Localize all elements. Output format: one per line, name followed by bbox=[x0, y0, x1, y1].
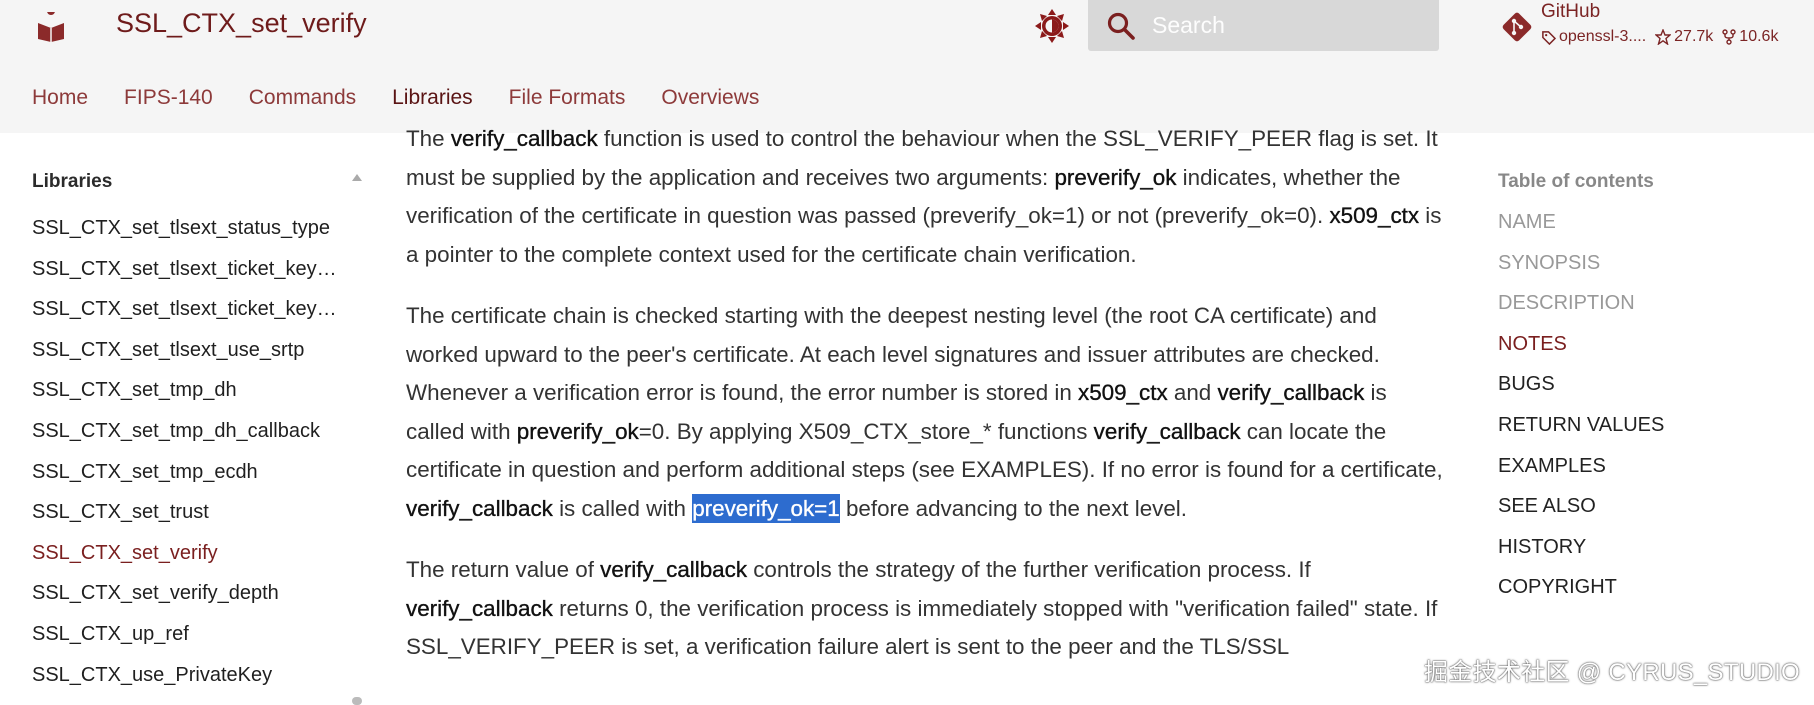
sidebar-item-up-ref[interactable]: SSL_CTX_up_ref bbox=[32, 614, 337, 655]
sidebar-item-set-verify[interactable]: SSL_CTX_set_verify bbox=[32, 533, 337, 574]
sidebar-nav: Libraries SSL_CTX_set_tlsext_status_type… bbox=[32, 160, 372, 695]
git-icon bbox=[1502, 12, 1532, 42]
text: The return value of bbox=[406, 557, 601, 582]
search-icon bbox=[1107, 12, 1135, 40]
repo-name: GitHub bbox=[1541, 1, 1601, 22]
tab-home[interactable]: Home bbox=[32, 86, 88, 116]
site-header: SSL_CTX_set_verify GitH bbox=[0, 0, 1814, 133]
sidebar-item-use-privatekey[interactable]: SSL_CTX_use_PrivateKey bbox=[32, 655, 337, 696]
sidebar-scrollbar[interactable] bbox=[352, 697, 362, 705]
text: is called with bbox=[552, 495, 693, 521]
toc-item-bugs[interactable]: BUGS bbox=[1498, 364, 1798, 405]
toc-item-description[interactable]: DESCRIPTION bbox=[1498, 283, 1798, 324]
text: before advancing to the next level. bbox=[839, 495, 1188, 521]
code-term: x509_ctx bbox=[1329, 203, 1420, 228]
version-label: openssl-3.... bbox=[1559, 28, 1647, 45]
book-logo-icon[interactable] bbox=[36, 12, 66, 42]
toc-title: Table of contents bbox=[1498, 171, 1654, 192]
toc-item-copyright[interactable]: COPYRIGHT bbox=[1498, 567, 1798, 608]
sidebar-item-set-tlsext-ticket-key-1[interactable]: SSL_CTX_set_tlsext_ticket_key… bbox=[32, 249, 337, 290]
paragraph-chain-check: The certificate chain is checked startin… bbox=[406, 297, 1448, 528]
sidebar-item-set-tlsext-ticket-key-2[interactable]: SSL_CTX_set_tlsext_ticket_key… bbox=[32, 289, 337, 330]
tab-fips-140[interactable]: FIPS-140 bbox=[124, 86, 213, 116]
table-of-contents: Table of contents NAME SYNOPSIS DESCRIPT… bbox=[1498, 162, 1798, 608]
sidebar-item-set-tmp-ecdh[interactable]: SSL_CTX_set_tmp_ecdh bbox=[32, 452, 337, 493]
toc-item-history[interactable]: HISTORY bbox=[1498, 527, 1798, 568]
text: The bbox=[406, 126, 451, 151]
star-icon bbox=[1655, 29, 1672, 45]
stars-count: 27.7k bbox=[1674, 28, 1714, 45]
search-box[interactable] bbox=[1088, 0, 1439, 51]
toc-item-notes[interactable]: NOTES bbox=[1498, 324, 1798, 365]
toc-item-examples[interactable]: EXAMPLES bbox=[1498, 446, 1798, 487]
toc-item-see-also[interactable]: SEE ALSO bbox=[1498, 486, 1798, 527]
sidebar-item-set-tlsext-status-type[interactable]: SSL_CTX_set_tlsext_status_type bbox=[32, 208, 337, 249]
code-term: verify_callback bbox=[600, 557, 748, 582]
search-input[interactable] bbox=[1152, 8, 1422, 42]
tab-overviews[interactable]: Overviews bbox=[661, 86, 759, 116]
sidebar-item-set-tmp-dh[interactable]: SSL_CTX_set_tmp_dh bbox=[32, 370, 337, 411]
code-term: preverify_ok bbox=[516, 418, 639, 444]
toc-item-return-values[interactable]: RETURN VALUES bbox=[1498, 405, 1798, 446]
sidebar-item-set-trust[interactable]: SSL_CTX_set_trust bbox=[32, 492, 337, 533]
toc-item-synopsis[interactable]: SYNOPSIS bbox=[1498, 243, 1798, 284]
sidebar-item-set-tlsext-use-srtp[interactable]: SSL_CTX_set_tlsext_use_srtp bbox=[32, 330, 337, 371]
code-term: preverify_ok bbox=[1054, 164, 1177, 190]
repo-forks: 10.6k bbox=[1722, 28, 1778, 46]
sidebar-title[interactable]: Libraries bbox=[32, 160, 372, 200]
top-nav-tabs: Home FIPS-140 Commands Libraries File Fo… bbox=[32, 86, 795, 116]
toc-item-name[interactable]: NAME bbox=[1498, 202, 1798, 243]
repo-facts: openssl-3.... 27.7k 10.6k bbox=[1541, 28, 1787, 46]
tab-commands[interactable]: Commands bbox=[249, 86, 356, 116]
toc-list: NAME SYNOPSIS DESCRIPTION NOTES BUGS RET… bbox=[1498, 202, 1798, 608]
paragraph-verify-callback: The verify_callback function is used to … bbox=[406, 120, 1448, 274]
github-repo-link[interactable]: GitHub openssl-3.... 27.7k 10.6k bbox=[1498, 0, 1814, 55]
main-content: The verify_callback function is used to … bbox=[406, 120, 1448, 690]
code-term: verify_callback bbox=[1217, 380, 1365, 405]
watermark: 掘金技术社区 @ CYRUS_STUDIO bbox=[1424, 659, 1801, 686]
theme-toggle-icon[interactable] bbox=[1034, 8, 1070, 44]
text: and bbox=[1167, 380, 1218, 405]
code-term: verify_callback bbox=[406, 495, 553, 521]
text: controls the strategy of the further ver… bbox=[747, 557, 1311, 582]
code-term: verify_callback bbox=[1093, 418, 1241, 444]
forks-count: 10.6k bbox=[1739, 28, 1779, 45]
code-term: verify_callback bbox=[406, 595, 553, 621]
tab-file-formats[interactable]: File Formats bbox=[509, 86, 626, 116]
repo-version: openssl-3.... bbox=[1541, 28, 1646, 46]
text: =0. By applying X509_CTX_store_* functio… bbox=[638, 418, 1094, 444]
sidebar-list: SSL_CTX_set_tlsext_status_type SSL_CTX_s… bbox=[32, 208, 372, 695]
paragraph-return-value: The return value of verify_callback cont… bbox=[406, 551, 1448, 667]
tag-icon bbox=[1542, 30, 1556, 45]
text: returns 0, the verification process is i… bbox=[406, 595, 1438, 660]
selected-text[interactable]: preverify_ok=1 bbox=[692, 493, 840, 523]
sidebar-item-set-verify-depth[interactable]: SSL_CTX_set_verify_depth bbox=[32, 573, 337, 614]
tab-libraries[interactable]: Libraries bbox=[392, 86, 473, 116]
repo-stars: 27.7k bbox=[1655, 28, 1713, 46]
site-title[interactable]: SSL_CTX_set_verify bbox=[116, 8, 367, 39]
sidebar-item-set-tmp-dh-callback[interactable]: SSL_CTX_set_tmp_dh_callback bbox=[32, 411, 337, 452]
code-term: verify_callback bbox=[450, 126, 598, 151]
fork-icon bbox=[1722, 29, 1736, 45]
code-term: x509_ctx bbox=[1078, 380, 1168, 405]
collapse-arrow-icon[interactable] bbox=[352, 174, 362, 181]
